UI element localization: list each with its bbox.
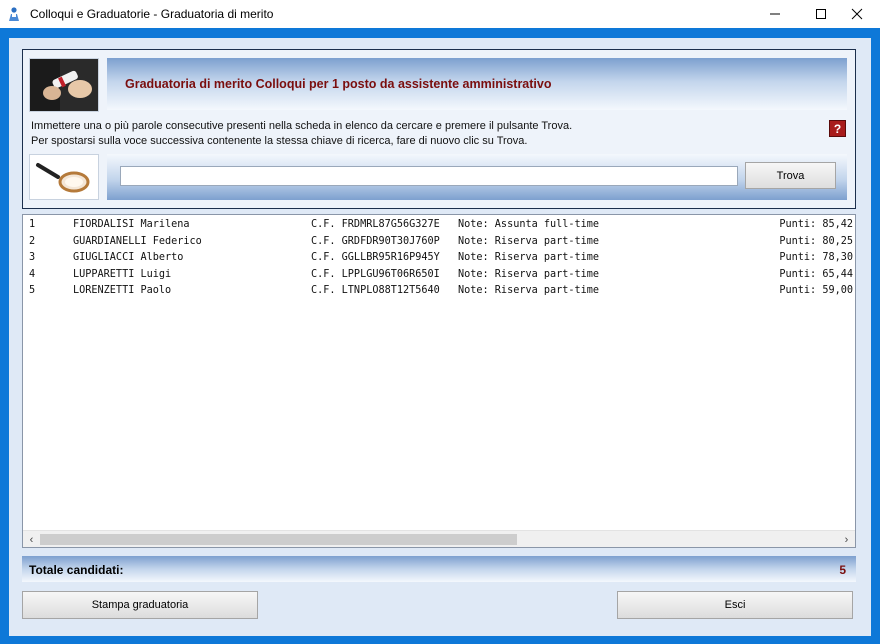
row-punti: Punti: 78,30 [779, 252, 853, 263]
instructions-line-1: Immettere una o più parole consecutive p… [31, 120, 573, 132]
header-panel: Graduatoria di merito Colloqui per 1 pos… [22, 49, 856, 209]
search-input[interactable] [120, 166, 738, 186]
row-note: Note: Riserva part-time [458, 268, 600, 280]
row-codice-fiscale: C.F. FRDMRL87G56G327E [311, 219, 440, 230]
row-note: Note: Riserva part-time [458, 285, 600, 296]
row-note: Note: Riserva part-time [458, 252, 600, 263]
row-codice-fiscale: C.F. GRDFDR90T30J760P [311, 235, 440, 247]
row-rank: 4 [29, 268, 36, 280]
app-person-icon [9, 7, 19, 21]
row-codice-fiscale: C.F. LTNPLO88T12T5640 [311, 285, 440, 296]
magnifier-box [29, 154, 99, 200]
window-title: Colloqui e Graduatorie - Graduatoria di … [30, 7, 274, 21]
window-frame: Graduatoria di merito Colloqui per 1 pos… [0, 28, 880, 644]
total-count: 5 [839, 563, 846, 577]
list-rows: 1 FIORDALISI Marilena C.F. FRDMRL87G56G3… [27, 218, 853, 301]
row-codice-fiscale: C.F. LPPLGU96T06R650I [311, 268, 440, 280]
help-button[interactable]: ? [829, 120, 846, 137]
scroll-right-icon[interactable]: › [838, 531, 855, 548]
search-band: Trova [107, 154, 847, 200]
close-icon [851, 8, 863, 20]
list-item[interactable]: 4 LUPPARETTI Luigi C.F. LPPLGU96T06R650I… [27, 268, 853, 285]
row-name: LORENZETTI Paolo [73, 285, 172, 296]
row-punti: Punti: 59,00 [779, 285, 853, 296]
row-name: FIORDALISI Marilena [73, 219, 190, 230]
window-client-area: Graduatoria di merito Colloqui per 1 pos… [9, 38, 871, 636]
row-note: Note: Assunta full-time [458, 219, 600, 230]
list-item[interactable]: 3 GIUGLIACCI Alberto C.F. GGLLBR95R16P94… [27, 251, 853, 268]
row-rank: 5 [29, 285, 36, 296]
print-ranking-button[interactable]: Stampa graduatoria [22, 591, 258, 619]
title-bar: Colloqui e Graduatorie - Graduatoria di … [0, 0, 880, 28]
total-label: Totale candidati: [29, 563, 124, 577]
list-item[interactable]: 1 FIORDALISI Marilena C.F. FRDMRL87G56G3… [27, 218, 853, 235]
scrollbar-thumb[interactable] [40, 534, 517, 545]
row-punti: Punti: 65,44 [779, 268, 853, 280]
row-rank: 2 [29, 235, 36, 247]
minimize-button[interactable] [752, 0, 798, 28]
maximize-icon [816, 9, 826, 19]
row-punti: Punti: 85,42 [779, 219, 853, 230]
trova-button[interactable]: Trova [745, 162, 836, 189]
candidates-list[interactable]: 1 FIORDALISI Marilena C.F. FRDMRL87G56G3… [22, 214, 856, 548]
exit-button[interactable]: Esci [617, 591, 853, 619]
page-title: Graduatoria di merito Colloqui per 1 pos… [125, 77, 552, 91]
close-button[interactable] [834, 0, 880, 28]
horizontal-scrollbar[interactable]: ‹ › [23, 530, 855, 547]
row-name: LUPPARETTI Luigi [73, 268, 172, 280]
instructions: Immettere una o più parole consecutive p… [31, 119, 572, 149]
scroll-left-icon[interactable]: ‹ [23, 531, 40, 548]
magnifier-icon [36, 163, 90, 193]
graduation-image [30, 59, 98, 111]
total-band: Totale candidati: 5 [22, 556, 856, 582]
row-note: Note: Riserva part-time [458, 235, 600, 247]
instructions-line-2: Per spostarsi sulla voce successiva cont… [31, 135, 528, 147]
diploma-photo [29, 58, 99, 112]
row-rank: 3 [29, 252, 36, 263]
list-item[interactable]: 5 LORENZETTI Paolo C.F. LTNPLO88T12T5640… [27, 284, 853, 301]
row-rank: 1 [29, 219, 36, 230]
list-item[interactable]: 2 GUARDIANELLI Federico C.F. GRDFDR90T30… [27, 235, 853, 252]
minimize-icon [770, 13, 780, 15]
title-band: Graduatoria di merito Colloqui per 1 pos… [107, 58, 847, 110]
row-punti: Punti: 80,25 [779, 235, 853, 247]
row-name: GIUGLIACCI Alberto [73, 252, 184, 263]
row-name: GUARDIANELLI Federico [73, 235, 202, 247]
row-codice-fiscale: C.F. GGLLBR95R16P945Y [311, 252, 440, 263]
